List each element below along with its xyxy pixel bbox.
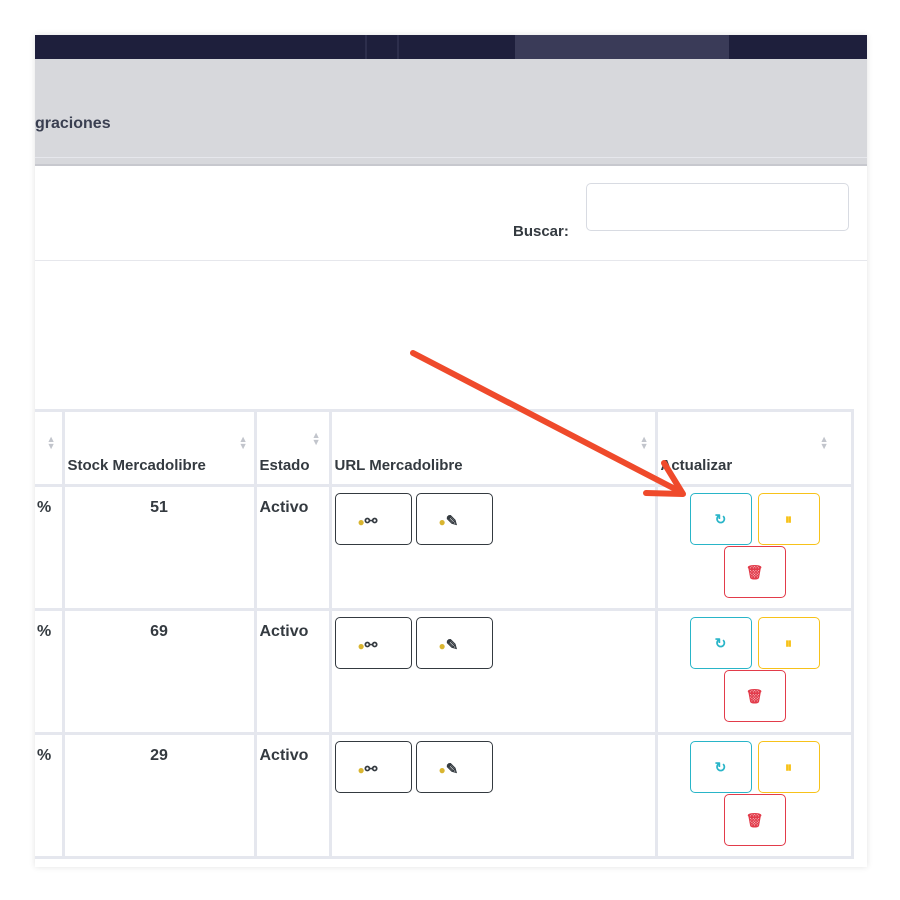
arrow-shaft xyxy=(410,350,680,493)
annotation-arrow xyxy=(410,350,686,497)
app-window: graciones Buscar: ▲ ▼ Stock Mercadolibre … xyxy=(35,35,867,867)
